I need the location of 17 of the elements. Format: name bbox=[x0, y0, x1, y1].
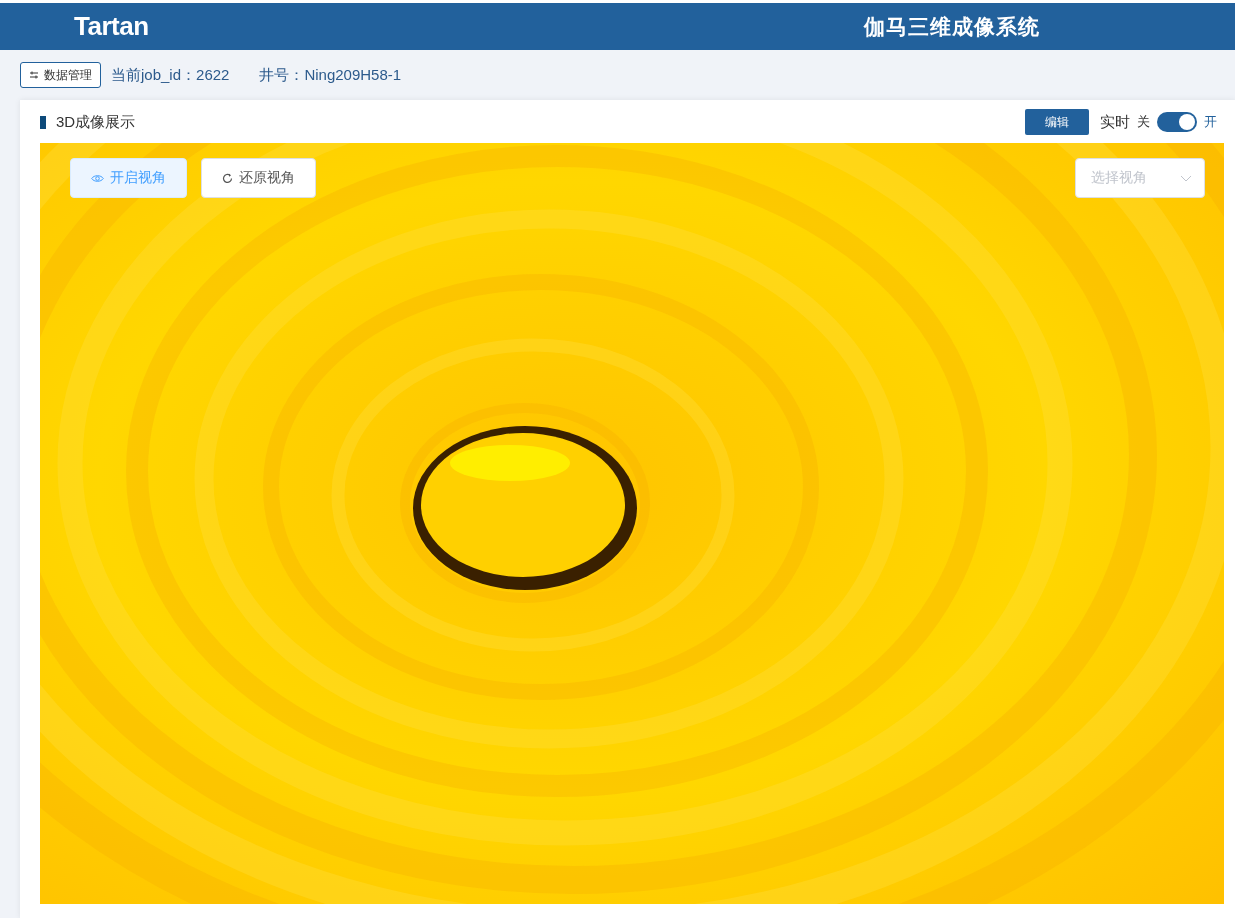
refresh-icon bbox=[222, 172, 233, 184]
app-title: 伽马三维成像系统 bbox=[864, 13, 1040, 40]
on-label: 开 bbox=[1204, 113, 1217, 131]
off-label: 关 bbox=[1137, 113, 1150, 131]
data-management-button[interactable]: 数据管理 bbox=[20, 62, 101, 88]
view-button[interactable]: 还原视角 bbox=[201, 158, 316, 198]
chevron-down-icon bbox=[1180, 174, 1192, 182]
well-number-label: 井号：Ning209H58-1 bbox=[259, 65, 402, 85]
edit-button[interactable]: 编辑 bbox=[1025, 109, 1089, 135]
job-id-label: 当前job_id：2622 bbox=[111, 65, 230, 85]
sliders-icon bbox=[29, 70, 39, 80]
realtime-label: 实时 bbox=[1100, 112, 1130, 132]
realtime-switch[interactable] bbox=[1157, 112, 1197, 132]
eye-icon bbox=[91, 173, 104, 183]
logo: Tartan bbox=[74, 11, 150, 42]
title-marker-icon bbox=[40, 115, 46, 129]
panel-title: 3D成像展示 bbox=[56, 112, 136, 132]
